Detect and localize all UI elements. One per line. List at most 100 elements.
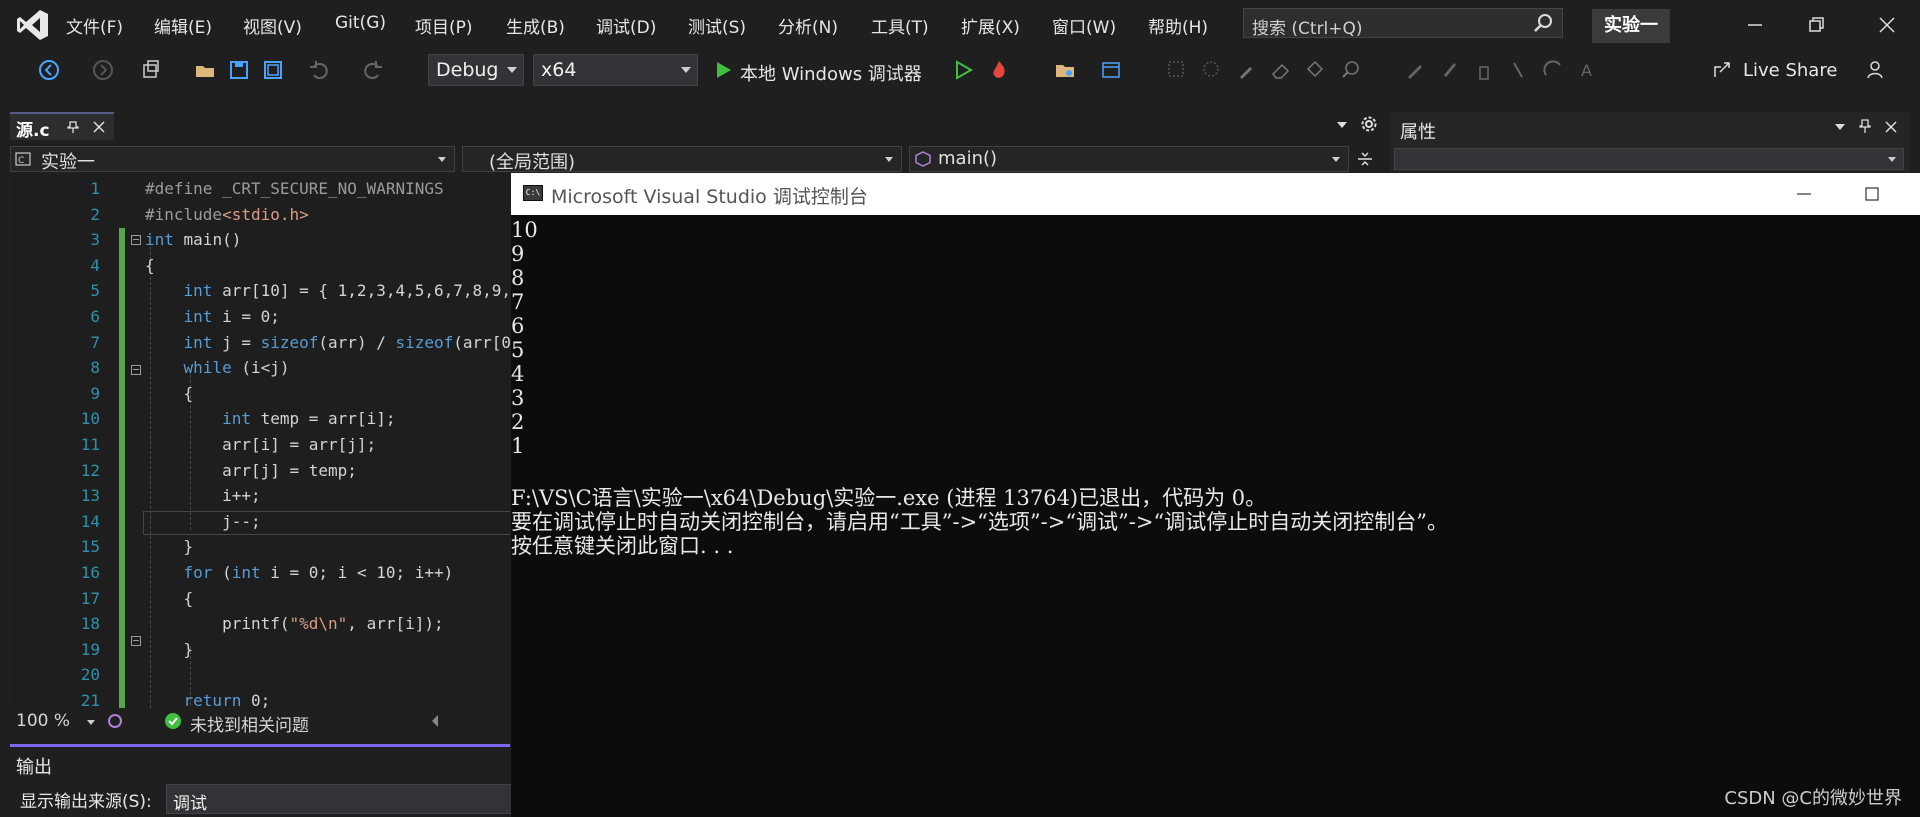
- console-output-line: 9: [511, 242, 525, 266]
- outline-collapse-main[interactable]: [131, 235, 141, 245]
- issues-status[interactable]: 未找到相关问题: [190, 711, 309, 736]
- menu-project[interactable]: 项目(P): [415, 13, 473, 38]
- function-nav-select[interactable]: main(): [909, 146, 1349, 172]
- outline-collapse-for[interactable]: [131, 636, 141, 646]
- lasso-icon[interactable]: [1200, 59, 1222, 81]
- search-placeholder: 搜索 (Ctrl+Q): [1252, 19, 1363, 39]
- start-without-debug-icon[interactable]: [952, 59, 974, 81]
- pencil-icon[interactable]: [1404, 59, 1426, 81]
- spray-icon[interactable]: [1474, 59, 1496, 81]
- back-icon[interactable]: [38, 59, 60, 81]
- console-minimize-icon[interactable]: [1793, 183, 1815, 205]
- project-name-badge[interactable]: 实验一: [1592, 9, 1670, 43]
- console-output-line: 4: [511, 362, 525, 386]
- properties-close-icon[interactable]: [1884, 120, 1898, 134]
- zoom-value: 100 %: [16, 711, 71, 731]
- select-icon[interactable]: [1166, 59, 1188, 81]
- code-token: }: [145, 537, 194, 557]
- tab-close-icon[interactable]: [92, 120, 106, 134]
- menu-window[interactable]: 窗口(W): [1052, 13, 1116, 38]
- menu-help[interactable]: 帮助(H): [1148, 13, 1208, 38]
- brush-icon[interactable]: [1438, 59, 1460, 81]
- code-token: int: [145, 230, 174, 250]
- code-token: sizeof: [395, 332, 454, 352]
- menu-edit[interactable]: 编辑(E): [154, 13, 212, 38]
- live-share-button[interactable]: Live Share: [1743, 60, 1837, 81]
- scope-nav-select[interactable]: (全局范围): [462, 146, 902, 173]
- code-token: arr[j] = temp;: [145, 460, 357, 480]
- menu-debug[interactable]: 调试(D): [596, 13, 656, 38]
- configuration-select[interactable]: Debug: [428, 54, 524, 86]
- output-source-value: 调试: [173, 794, 207, 814]
- redo-icon[interactable]: [362, 59, 384, 81]
- debug-console-titlebar[interactable]: C:\ Microsoft Visual Studio 调试控制台: [511, 173, 1920, 215]
- eyedropper-icon[interactable]: [1236, 59, 1258, 81]
- platform-select[interactable]: x64: [533, 54, 698, 86]
- menu-build[interactable]: 生成(B): [506, 13, 565, 38]
- code-token: sizeof: [260, 332, 319, 352]
- menu-view[interactable]: 视图(V): [243, 13, 302, 38]
- new-project-icon[interactable]: [140, 59, 162, 81]
- pin-icon[interactable]: [66, 120, 80, 134]
- close-icon[interactable]: [1872, 10, 1902, 40]
- start-debug-button[interactable]: 本地 Windows 调试器: [740, 60, 922, 86]
- curve-icon[interactable]: [1542, 59, 1564, 81]
- properties-dropdown-icon[interactable]: [1834, 122, 1846, 132]
- fill-icon[interactable]: [1304, 59, 1326, 81]
- menu-analyze[interactable]: 分析(N): [778, 13, 838, 38]
- layout-icon[interactable]: [1100, 59, 1122, 81]
- tab-label: 源.c: [16, 121, 50, 141]
- intellicode-icon[interactable]: [106, 712, 124, 730]
- save-all-icon[interactable]: [262, 59, 284, 81]
- outline-collapse-while[interactable]: [131, 365, 141, 375]
- line-number: 12: [80, 460, 100, 480]
- tab-list-dropdown-icon[interactable]: [1335, 120, 1349, 130]
- menu-test[interactable]: 测试(S): [688, 13, 746, 38]
- console-app-icon: C:\: [523, 185, 543, 201]
- save-icon[interactable]: [228, 59, 250, 81]
- feedback-person-icon[interactable]: [1866, 59, 1888, 81]
- code-token: (arr) /: [318, 332, 396, 352]
- project-nav-value: 实验一: [41, 152, 95, 173]
- tab-source-file[interactable]: 源.c: [10, 112, 114, 141]
- code-editor[interactable]: 1 2 3 4 5 6 7 8 9 10 11 12 13 14 15 16 17 18 19 20 21 #defin…: [10, 175, 510, 708]
- properties-pin-icon[interactable]: [1858, 118, 1872, 134]
- code-token: temp = arr[i];: [250, 409, 396, 429]
- code-token: printf(: [145, 614, 290, 634]
- output-source-select[interactable]: 调试: [166, 784, 512, 814]
- text-tool-icon[interactable]: A: [1576, 59, 1598, 81]
- code-token: int: [145, 409, 251, 429]
- restore-icon[interactable]: [1801, 10, 1831, 40]
- open-folder-icon[interactable]: [194, 59, 216, 81]
- line-number: 16: [80, 563, 100, 582]
- zoom-icon[interactable]: [1340, 59, 1362, 81]
- forward-icon[interactable]: [92, 59, 114, 81]
- menu-extensions[interactable]: 扩展(X): [961, 13, 1020, 38]
- scroll-left-icon[interactable]: [430, 714, 440, 728]
- eraser-icon[interactable]: [1270, 59, 1292, 81]
- solution-explorer-icon[interactable]: [1054, 59, 1076, 81]
- line-icon[interactable]: [1508, 59, 1530, 81]
- start-debug-icon[interactable]: [712, 59, 734, 81]
- properties-object-select[interactable]: [1394, 148, 1904, 170]
- hot-reload-icon[interactable]: [988, 59, 1010, 81]
- menu-file[interactable]: 文件(F): [66, 13, 123, 38]
- code-token: {: [145, 383, 194, 403]
- settings-gear-icon[interactable]: [1360, 115, 1378, 133]
- code-line: #include<stdio.h>: [145, 205, 309, 224]
- line-number: 20: [80, 665, 100, 685]
- split-editor-icon[interactable]: [1356, 150, 1374, 168]
- console-maximize-icon[interactable]: [1861, 183, 1883, 205]
- menu-tools[interactable]: 工具(T): [871, 13, 929, 38]
- project-nav-select[interactable]: C 实验一: [10, 146, 455, 173]
- undo-icon[interactable]: [308, 59, 330, 81]
- live-share-icon[interactable]: [1712, 59, 1734, 81]
- line-number: 5: [90, 281, 100, 301]
- menu-git[interactable]: Git(G): [335, 13, 386, 33]
- zoom-select[interactable]: 100 %: [12, 710, 102, 734]
- configuration-value: Debug: [436, 59, 499, 81]
- console-output-line: 6: [511, 314, 525, 338]
- code-token: (i<j): [231, 358, 290, 378]
- minimize-icon[interactable]: [1740, 10, 1770, 40]
- search-box[interactable]: 搜索 (Ctrl+Q): [1243, 8, 1563, 39]
